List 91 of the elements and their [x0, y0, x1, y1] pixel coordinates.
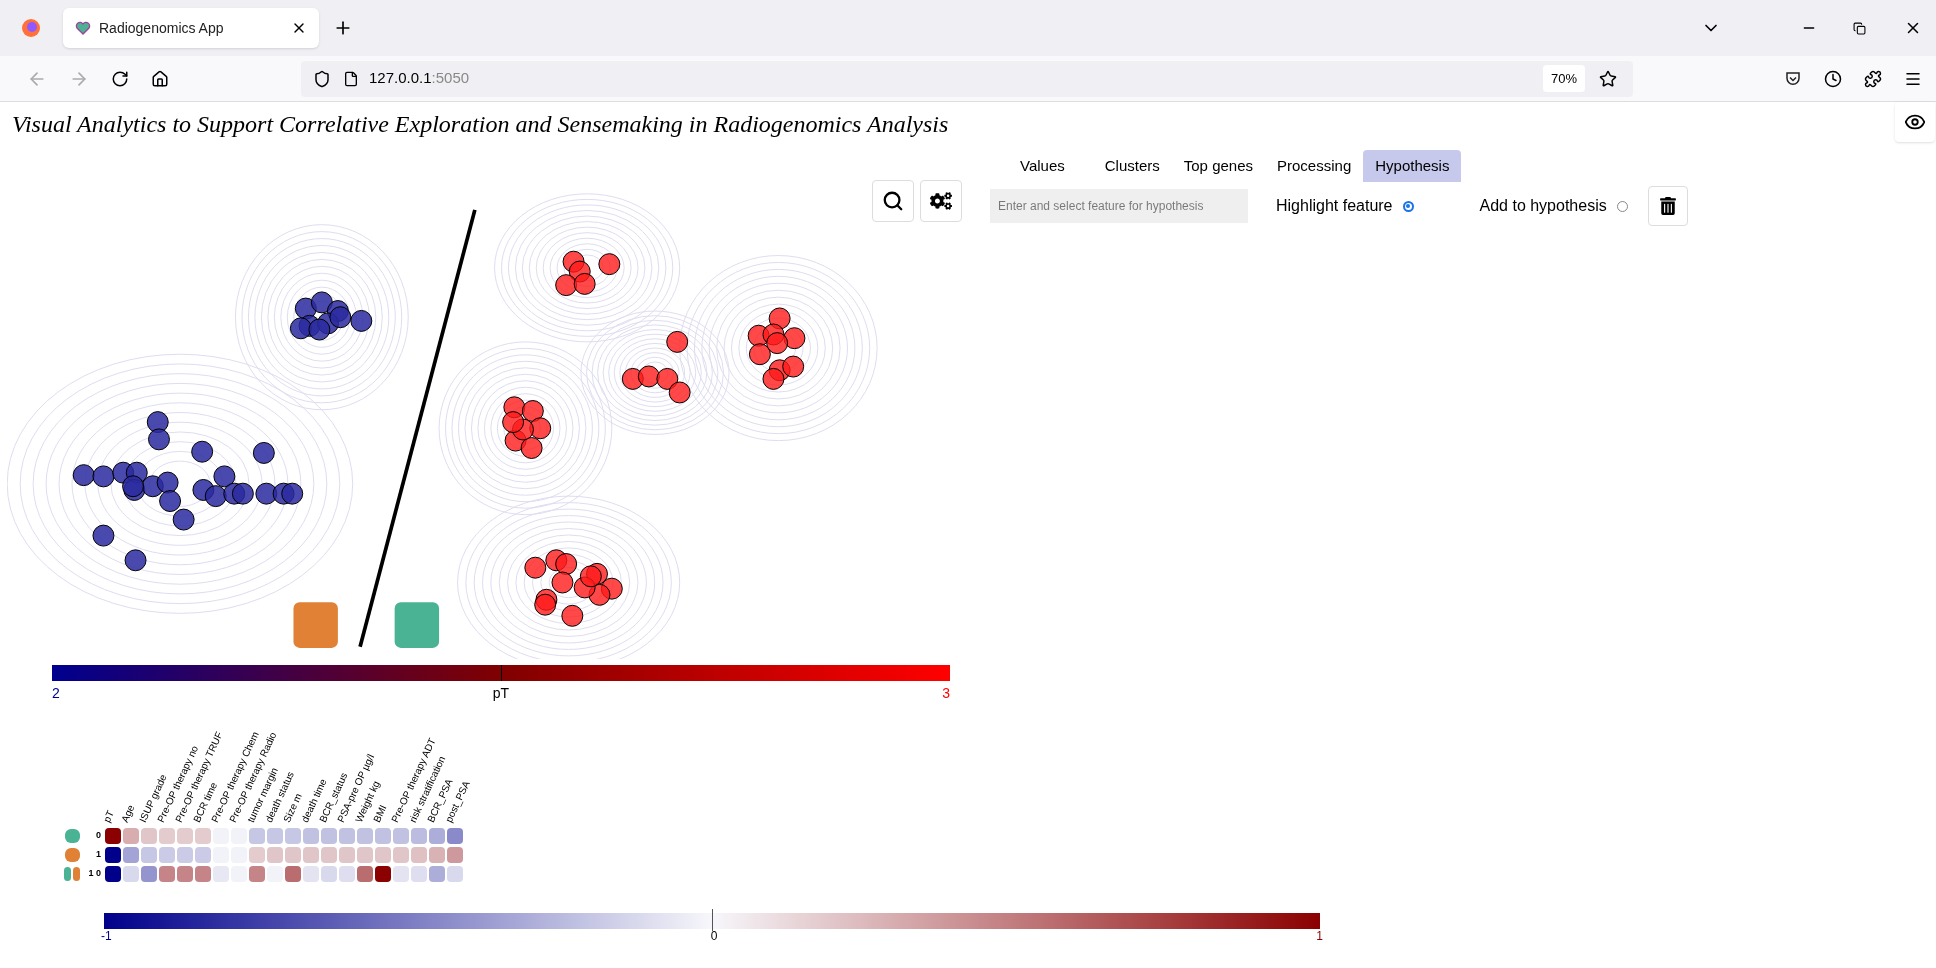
data-point[interactable] [524, 556, 547, 579]
data-point[interactable] [159, 490, 182, 513]
data-point[interactable] [551, 571, 574, 594]
history-icon[interactable] [1824, 69, 1842, 88]
data-point[interactable] [204, 485, 227, 508]
data-point[interactable] [520, 437, 543, 459]
legend-mid-label: 0 [710, 930, 718, 942]
data-point[interactable] [529, 417, 552, 440]
data-point[interactable] [666, 330, 689, 353]
heart-icon [75, 20, 91, 36]
row-label: 0 [95, 828, 102, 842]
column-label: BMI [371, 803, 389, 824]
data-point[interactable] [156, 471, 179, 494]
data-point[interactable] [92, 465, 115, 488]
data-point[interactable] [598, 253, 621, 276]
data-point[interactable] [579, 565, 602, 588]
tab-title: Radiogenomics App [99, 18, 225, 38]
colorbar-title: pT [492, 684, 510, 703]
data-point[interactable] [329, 306, 352, 329]
colorbar-max-label: 3 [942, 684, 950, 703]
data-point[interactable] [521, 400, 544, 422]
data-point[interactable] [561, 604, 584, 627]
data-point[interactable] [191, 440, 214, 463]
tab[interactable]: Processing [1265, 150, 1364, 182]
data-point[interactable] [555, 274, 578, 297]
page-title: Visual Analytics to Support Correlative Exploration and Sensemaking in Radiogenomics Analysis [12, 110, 949, 139]
hypothesis-feature-field[interactable]: Enter and select feature for hypothesis [990, 189, 1248, 223]
data-point[interactable] [281, 482, 304, 505]
column-label: Age [119, 803, 137, 824]
bookmark-star-icon[interactable] [1599, 69, 1617, 88]
data-point[interactable] [766, 332, 789, 355]
browser-tab[interactable]: Radiogenomics App [63, 8, 319, 48]
search-icon [882, 190, 904, 212]
data-point[interactable] [172, 508, 195, 531]
extensions-icon[interactable] [1864, 69, 1882, 88]
row-label: 1 0 [87, 866, 102, 880]
trash-icon [1658, 197, 1677, 215]
pocket-icon[interactable] [1784, 69, 1802, 88]
address-bar[interactable]: 127.0.0.1:5050 70% [301, 60, 1633, 97]
tab[interactable]: Top genes [1171, 150, 1265, 182]
gears-icon [930, 190, 952, 212]
zoom-level[interactable]: 70% [1542, 64, 1585, 93]
data-point[interactable] [555, 553, 578, 575]
data-point[interactable] [534, 593, 557, 616]
legend-min-label: -1 [101, 930, 112, 942]
data-point[interactable] [502, 411, 525, 434]
shield-icon [313, 69, 331, 88]
eye-button[interactable] [1895, 102, 1935, 142]
cluster-swatch[interactable] [293, 602, 338, 648]
data-point[interactable] [231, 482, 254, 505]
option-label: Add to hypothesis [1479, 196, 1607, 216]
data-point[interactable] [289, 317, 312, 340]
data-point[interactable] [782, 355, 805, 378]
data-point[interactable] [762, 367, 785, 390]
colorbar-min-label: 2 [52, 684, 60, 703]
data-point[interactable] [213, 465, 236, 488]
page-icon [343, 70, 359, 87]
restore-icon[interactable] [1853, 21, 1866, 35]
data-point[interactable] [308, 318, 331, 341]
reload-icon[interactable] [111, 69, 129, 88]
browser-logo-icon[interactable] [21, 18, 41, 38]
home-icon[interactable] [151, 69, 169, 88]
data-point[interactable] [748, 343, 771, 366]
settings-button[interactable] [920, 180, 962, 222]
data-point[interactable] [768, 307, 791, 330]
tab[interactable]: Hypothesis [1363, 150, 1462, 182]
data-point[interactable] [783, 327, 806, 350]
data-point[interactable] [310, 291, 333, 314]
search-button[interactable] [872, 180, 914, 222]
data-point[interactable] [637, 365, 660, 388]
legend-max-label: 1 [1316, 930, 1323, 942]
data-point[interactable] [72, 464, 95, 487]
tab[interactable]: Clusters [1092, 150, 1172, 182]
data-point[interactable] [252, 441, 275, 464]
data-point[interactable] [92, 524, 115, 547]
row-label: 1 [95, 847, 102, 861]
data-point[interactable] [146, 411, 169, 434]
data-point[interactable] [255, 482, 278, 505]
data-point[interactable] [668, 381, 691, 404]
option-label: Highlight feature [1276, 196, 1393, 216]
data-point[interactable] [656, 367, 679, 390]
data-point[interactable] [350, 309, 373, 332]
data-point[interactable] [573, 272, 596, 295]
data-point[interactable] [124, 549, 147, 572]
radio-button[interactable] [1402, 200, 1414, 212]
delete-button[interactable] [1647, 186, 1688, 226]
cluster-swatch[interactable] [394, 602, 440, 648]
column-label: pT [101, 809, 116, 824]
tab[interactable]: Values [992, 150, 1093, 182]
url-text: 127.0.0.1:5050 [369, 68, 470, 89]
data-point[interactable] [148, 428, 170, 451]
